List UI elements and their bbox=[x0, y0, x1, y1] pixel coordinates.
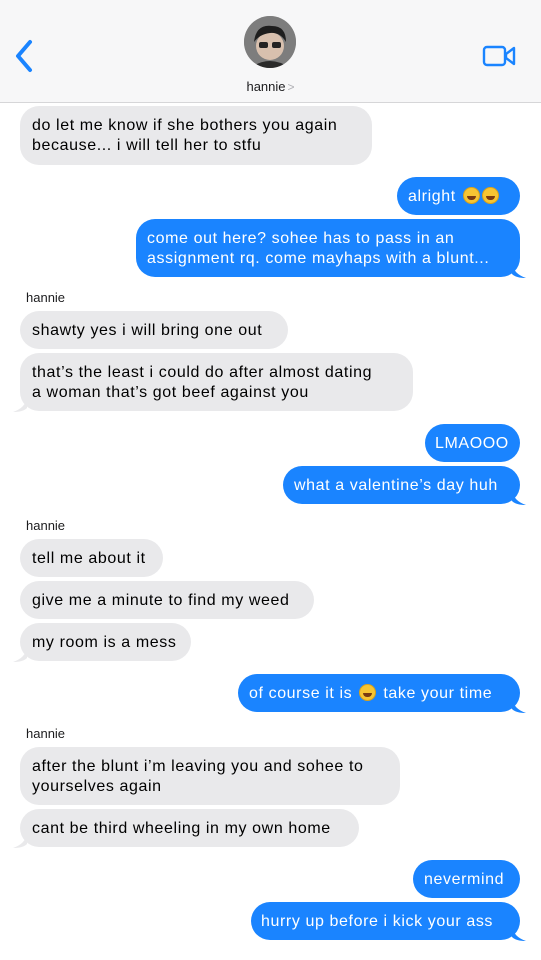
message-text: alright bbox=[408, 188, 456, 205]
message-text: what a valentine’s day huh bbox=[294, 477, 498, 494]
outgoing-bubble-tail bbox=[512, 264, 526, 278]
outgoing-message[interactable]: of course it is take your time bbox=[238, 674, 520, 712]
grinning-emoji-icon bbox=[359, 684, 377, 701]
sender-name: hannie bbox=[26, 726, 66, 741]
outgoing-message[interactable]: LMAOOO bbox=[425, 424, 520, 462]
sender-name: hannie bbox=[26, 290, 66, 305]
conversation-header: hannie > bbox=[0, 0, 541, 103]
message-line: after the blunt i’m leaving you and sohe… bbox=[32, 758, 364, 775]
incoming-message[interactable]: do let me know if she bothers you again … bbox=[20, 106, 372, 165]
contact-name[interactable]: hannie bbox=[246, 79, 285, 94]
video-camera-icon[interactable] bbox=[482, 44, 516, 68]
message-line: assignment rq. come mayhaps with a blunt… bbox=[147, 249, 490, 267]
outgoing-message[interactable]: come out here? sohee has to pass in an a… bbox=[136, 219, 520, 277]
message-text: of course it is bbox=[249, 685, 353, 702]
message-line: that’s the least i could do after almost… bbox=[32, 364, 373, 381]
incoming-message[interactable]: give me a minute to find my weed bbox=[20, 581, 314, 619]
message-text: LMAOOO bbox=[435, 435, 509, 452]
message-line: yourselves again bbox=[32, 777, 162, 795]
incoming-message[interactable]: shawty yes i will bring one out bbox=[20, 311, 288, 349]
outgoing-bubble-tail bbox=[512, 491, 526, 505]
incoming-message[interactable]: tell me about it bbox=[20, 539, 163, 577]
incoming-message[interactable]: my room is a mess bbox=[20, 623, 191, 661]
outgoing-message[interactable]: nevermind bbox=[413, 860, 520, 898]
message-text: take your time bbox=[383, 685, 493, 702]
back-chevron-icon[interactable] bbox=[10, 36, 40, 76]
message-text: my room is a mess bbox=[32, 634, 177, 651]
incoming-message[interactable]: that’s the least i could do after almost… bbox=[20, 353, 413, 411]
contact-name-row[interactable]: hannie > bbox=[0, 79, 541, 94]
message-text: nevermind bbox=[424, 871, 505, 888]
outgoing-bubble-tail bbox=[512, 927, 526, 941]
outgoing-message[interactable]: alright bbox=[397, 177, 520, 215]
incoming-bubble-tail bbox=[13, 834, 27, 848]
message-text: hurry up before i kick your ass bbox=[261, 913, 494, 930]
message-text: cant be third wheeling in my own home bbox=[32, 820, 331, 837]
message-line: a woman that’s got beef against you bbox=[32, 383, 309, 401]
contact-avatar[interactable] bbox=[244, 16, 296, 68]
sender-name: hannie bbox=[26, 518, 66, 533]
message-text: tell me about it bbox=[32, 550, 146, 567]
rolling-laughing-emoji-icon bbox=[462, 187, 480, 204]
outgoing-message[interactable]: hurry up before i kick your ass bbox=[251, 902, 520, 940]
chevron-right-icon: > bbox=[287, 80, 295, 94]
message-text: shawty yes i will bring one out bbox=[32, 322, 263, 339]
message-line: come out here? sohee has to pass in an bbox=[147, 230, 455, 247]
incoming-bubble-tail bbox=[13, 398, 27, 412]
message-line: because... i will tell her to stfu bbox=[32, 136, 262, 154]
incoming-message[interactable]: after the blunt i’m leaving you and sohe… bbox=[20, 747, 400, 805]
rolling-laughing-emoji-icon bbox=[481, 187, 499, 204]
outgoing-bubble-tail bbox=[512, 699, 526, 713]
message-line: do let me know if she bothers you again bbox=[32, 117, 338, 134]
message-text: give me a minute to find my weed bbox=[32, 592, 290, 609]
incoming-bubble-tail bbox=[13, 648, 27, 662]
incoming-message[interactable]: cant be third wheeling in my own home bbox=[20, 809, 359, 847]
outgoing-message[interactable]: what a valentine’s day huh bbox=[283, 466, 520, 504]
